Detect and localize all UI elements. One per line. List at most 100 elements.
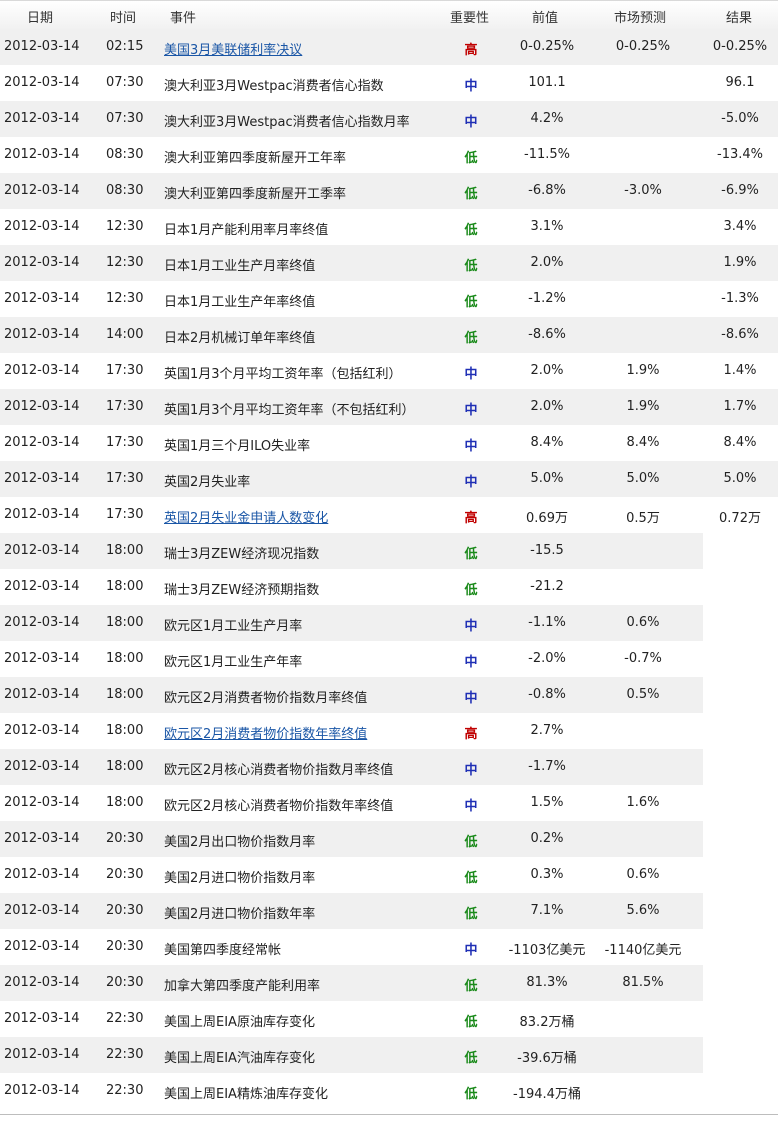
row-actual: 5.0% [723, 471, 757, 486]
row-event: 欧元区2月消费者物价指数月率终值 [164, 691, 368, 706]
row-forecast: 0.6% [626, 867, 660, 882]
row-time: 18:00 [106, 615, 144, 630]
row-date: 2012-03-14 [4, 1083, 80, 1098]
row-actual: 1.7% [723, 399, 757, 414]
row-event: 澳大利亚3月Westpac消费者信心指数月率 [164, 115, 410, 130]
row-previous: -0.8% [528, 687, 566, 702]
row-date: 2012-03-14 [4, 831, 80, 846]
row-event: 瑞士3月ZEW经济现况指数 [164, 547, 320, 562]
row-date: 2012-03-14 [4, 543, 80, 558]
row-actual: -1.3% [721, 291, 759, 306]
row-previous: -194.4万桶 [513, 1087, 581, 1102]
importance-badge: 中 [464, 403, 478, 418]
row-time: 20:30 [106, 975, 144, 990]
row-forecast: 0.5% [626, 687, 660, 702]
row-time: 17:30 [106, 507, 144, 522]
row-date: 2012-03-14 [4, 291, 80, 306]
row-previous: -1.1% [528, 615, 566, 630]
row-time: 07:30 [106, 75, 144, 90]
row-event: 美国2月进口物价指数年率 [164, 907, 316, 922]
row-previous: 0-0.25% [519, 39, 575, 54]
row-date: 2012-03-14 [4, 579, 80, 594]
row-actual: 8.4% [723, 435, 757, 450]
header-previous: 前值 [532, 11, 559, 26]
row-previous: -6.8% [528, 183, 566, 198]
row-time: 18:00 [106, 795, 144, 810]
header-actual: 结果 [726, 11, 753, 26]
row-previous: -8.6% [528, 327, 566, 342]
row-actual: 1.9% [723, 255, 757, 270]
row-time: 17:30 [106, 435, 144, 450]
row-forecast: 0.6% [626, 615, 660, 630]
row-date: 2012-03-14 [4, 507, 80, 522]
event-link[interactable]: 美国3月美联储利率决议 [164, 39, 302, 58]
row-previous: -1.7% [528, 759, 566, 774]
row-actual: -5.0% [721, 111, 759, 126]
row-forecast: -1140亿美元 [604, 943, 682, 958]
table-bottom-border [0, 1114, 778, 1115]
importance-badge: 低 [464, 1015, 478, 1030]
row-date: 2012-03-14 [4, 975, 80, 990]
row-event: 美国第四季度经常帐 [164, 943, 282, 958]
row-previous: 81.3% [526, 975, 568, 990]
row-time: 18:00 [106, 543, 144, 558]
row-event: 澳大利亚第四季度新屋开工季率 [164, 187, 347, 202]
row-previous: 3.1% [530, 219, 564, 234]
row-event: 美国上周EIA精炼油库存变化 [164, 1087, 328, 1102]
row-previous: 2.0% [530, 255, 564, 270]
importance-badge: 高 [464, 43, 478, 58]
row-event: 瑞士3月ZEW经济预期指数 [164, 583, 320, 598]
row-event: 日本1月工业生产月率终值 [164, 259, 316, 274]
importance-badge: 中 [464, 367, 478, 382]
header-event: 事件 [170, 11, 197, 26]
row-previous: -11.5% [524, 147, 570, 162]
row-actual: -8.6% [721, 327, 759, 342]
table-row: 2012-03-14 12:30 日本1月工业生产年率终值 低 -1.2% -1.3% [0, 281, 778, 317]
importance-badge: 低 [464, 295, 478, 310]
table-row: 2012-03-14 20:30 美国2月进口物价指数月率 低 0.3% 0.6% [0, 857, 778, 893]
row-event: 英国1月3个月平均工资年率（不包括红利） [164, 403, 415, 418]
row-date: 2012-03-14 [4, 471, 80, 486]
header-forecast: 市场预测 [614, 11, 667, 26]
table-row: 2012-03-14 20:30 美国2月出口物价指数月率 低 0.2% [0, 821, 778, 857]
table-row: 2012-03-14 18:00 欧元区1月工业生产月率 中 -1.1% 0.6% [0, 605, 778, 641]
row-previous: 5.0% [530, 471, 564, 486]
row-time: 20:30 [106, 867, 144, 882]
row-actual: 96.1 [725, 75, 755, 90]
event-link[interactable]: 欧元区2月消费者物价指数年率终值 [164, 723, 367, 742]
row-forecast: -3.0% [624, 183, 662, 198]
row-time: 20:30 [106, 831, 144, 846]
row-forecast: 1.9% [626, 363, 660, 378]
importance-badge: 中 [464, 763, 478, 778]
row-date: 2012-03-14 [4, 759, 80, 774]
importance-badge: 低 [464, 1087, 478, 1102]
row-forecast: 8.4% [626, 435, 660, 450]
row-date: 2012-03-14 [4, 363, 80, 378]
row-previous: 1.5% [530, 795, 564, 810]
row-event: 美国2月出口物价指数月率 [164, 835, 316, 850]
row-time: 18:00 [106, 723, 144, 738]
row-previous: 8.4% [530, 435, 564, 450]
row-date: 2012-03-14 [4, 651, 80, 666]
row-date: 2012-03-14 [4, 111, 80, 126]
table-row: 2012-03-14 17:30 英国1月3个月平均工资年率（包括红利） 中 2.0% 1… [0, 353, 778, 389]
row-forecast: 1.9% [626, 399, 660, 414]
table-row: 2012-03-14 18:00 欧元区1月工业生产年率 中 -2.0% -0.7% [0, 641, 778, 677]
importance-badge: 中 [464, 943, 478, 958]
row-actual: 1.4% [723, 363, 757, 378]
row-time: 14:00 [106, 327, 144, 342]
importance-badge: 高 [464, 727, 478, 742]
table-row: 2012-03-14 18:00 瑞士3月ZEW经济现况指数 低 -15.5 [0, 533, 778, 569]
table-row: 2012-03-14 02:15 美国3月美联储利率决议 高 0-0.25% 0-0.25… [0, 29, 778, 65]
row-date: 2012-03-14 [4, 867, 80, 882]
row-event: 欧元区2月核心消费者物价指数年率终值 [164, 799, 394, 814]
row-previous: -39.6万桶 [517, 1051, 577, 1066]
row-time: 20:30 [106, 903, 144, 918]
row-event: 加拿大第四季度产能利用率 [164, 979, 321, 994]
row-event: 美国上周EIA原油库存变化 [164, 1015, 315, 1030]
row-forecast: -0.7% [624, 651, 662, 666]
importance-badge: 低 [464, 547, 478, 562]
event-link[interactable]: 英国2月失业金申请人数变化 [164, 507, 328, 526]
row-event: 澳大利亚3月Westpac消费者信心指数 [164, 79, 384, 94]
importance-badge: 低 [464, 979, 478, 994]
